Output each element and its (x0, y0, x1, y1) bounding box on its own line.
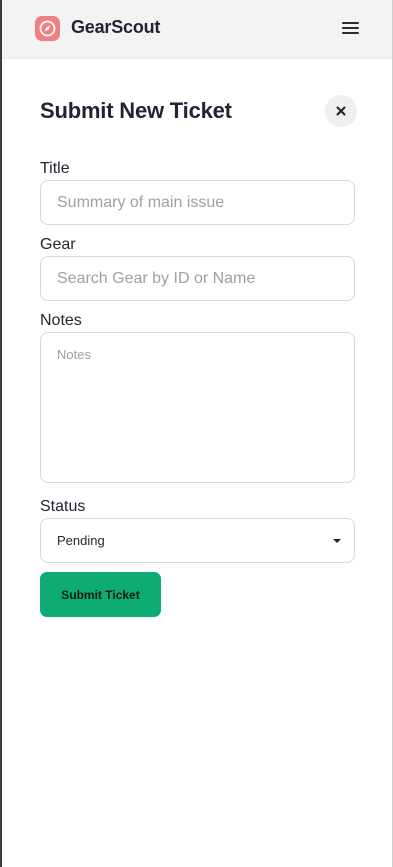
notes-label: Notes (40, 312, 82, 329)
title-input[interactable] (40, 180, 355, 225)
brand-name[interactable]: GearScout (71, 17, 160, 38)
app-frame: GearScout Submit New Ticket Title Gear N… (0, 0, 393, 867)
menu-line (342, 27, 359, 29)
gear-search-input[interactable] (40, 256, 355, 301)
close-icon (336, 106, 346, 116)
status-label: Status (40, 498, 86, 515)
hamburger-menu-icon[interactable] (340, 18, 362, 38)
status-select[interactable]: Pending (40, 518, 355, 563)
caret-down-icon (333, 539, 341, 543)
submit-ticket-button[interactable]: Submit Ticket (40, 572, 161, 617)
gear-label: Gear (40, 236, 76, 253)
status-selected-value: Pending (57, 533, 105, 548)
close-button[interactable] (325, 95, 357, 127)
top-navbar: GearScout (2, 0, 392, 59)
title-label: Title (40, 160, 70, 177)
notes-textarea[interactable] (40, 332, 355, 483)
menu-line (342, 22, 359, 24)
page-title: Submit New Ticket (40, 98, 232, 123)
compass-icon[interactable] (35, 16, 60, 41)
menu-line (342, 32, 359, 34)
